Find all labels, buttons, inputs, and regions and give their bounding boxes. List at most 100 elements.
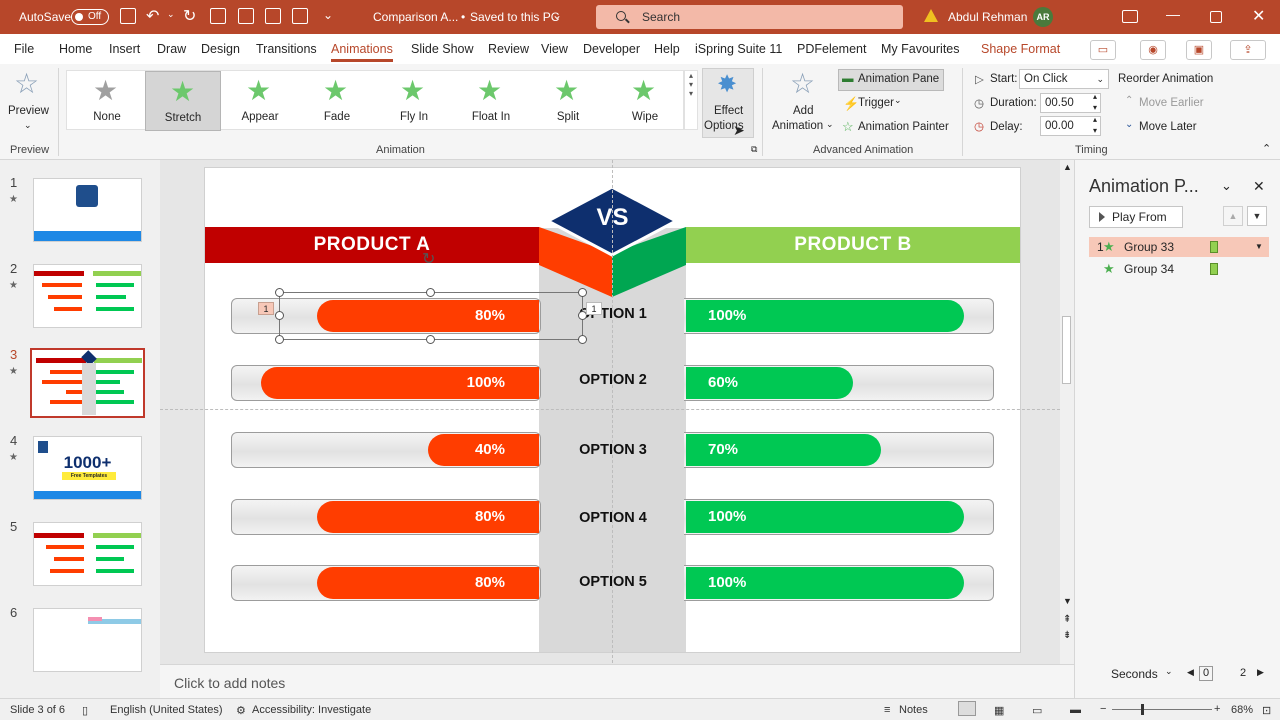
item-dropdown-icon[interactable]: ▼ — [1255, 237, 1263, 257]
preview-button[interactable]: Preview — [8, 105, 49, 117]
share-icon[interactable]: ⇪ — [1230, 40, 1266, 60]
present-icon[interactable] — [210, 8, 226, 24]
timeline-left-icon[interactable]: ◀ — [1187, 667, 1194, 678]
undo-icon[interactable]: ↶ — [146, 6, 159, 26]
slide-thumbnail-6[interactable] — [33, 608, 142, 672]
slideshow-view-icon[interactable]: ▬ — [1070, 704, 1081, 716]
tab-view[interactable]: View — [541, 42, 568, 56]
slide-thumbnail-4[interactable]: 1000+ Free Templates — [33, 436, 142, 500]
bar-a-3[interactable]: 40% — [428, 434, 539, 466]
add-animation-button[interactable]: Add — [793, 105, 813, 117]
play-from-button[interactable]: Play From — [1089, 206, 1183, 228]
bar-b-4[interactable]: 100% — [686, 501, 964, 533]
dialog-launcher-icon[interactable]: ⧉ — [751, 144, 757, 155]
notes-pane[interactable]: Click to add notes — [160, 664, 1074, 698]
close-pane-icon[interactable]: ✕ — [1253, 178, 1265, 195]
add-animation-icon[interactable]: ☆ — [790, 70, 815, 98]
start-select[interactable]: On Click ⌄ — [1019, 69, 1109, 89]
animation-fade[interactable]: ★ Fade — [299, 71, 375, 131]
animation-tag[interactable]: 1 — [586, 302, 602, 315]
bar-a-5[interactable]: 80% — [317, 567, 539, 599]
animation-none[interactable]: ★ None — [69, 71, 145, 131]
effect-options-button[interactable]: ✸ Effect Options — [702, 68, 754, 138]
slide-thumbnail-3[interactable] — [30, 348, 145, 418]
animation-fly-in[interactable]: ★ Fly In — [376, 71, 452, 131]
customize-toolbar-icon[interactable]: ⌄ — [323, 8, 333, 22]
move-down-icon[interactable]: ▼ — [1247, 206, 1267, 226]
scroll-up-icon[interactable]: ▲ — [1063, 162, 1072, 172]
picture-icon[interactable] — [265, 8, 281, 24]
tab-my-favourites[interactable]: My Favourites — [881, 42, 960, 56]
present-teams-icon[interactable]: ▣ — [1186, 40, 1212, 60]
bar-a-2[interactable]: 100% — [261, 367, 539, 399]
chevron-down-icon[interactable]: ⌄ — [826, 119, 834, 130]
move-later-button[interactable]: Move Later — [1139, 121, 1197, 133]
tab-design[interactable]: Design — [201, 42, 240, 56]
tab-animations[interactable]: Animations — [331, 42, 393, 62]
animation-stretch[interactable]: ★ Stretch — [145, 71, 221, 131]
autosave-toggle[interactable]: Off — [71, 9, 109, 25]
chevron-down-icon[interactable]: ⌄ — [552, 8, 562, 22]
avatar[interactable]: AR — [1033, 7, 1053, 27]
tab-review[interactable]: Review — [488, 42, 529, 56]
delay-input[interactable]: 00.00 ▴ ▾ — [1040, 115, 1101, 136]
bar-b-3[interactable]: 70% — [686, 434, 881, 466]
accessibility-status[interactable]: Accessibility: Investigate — [252, 704, 371, 716]
reading-view-icon[interactable]: ▭ — [1032, 704, 1042, 717]
collapse-ribbon-icon[interactable]: ⌃ — [1262, 142, 1271, 155]
tab-file[interactable]: File — [14, 42, 34, 56]
preview-dropdown-icon[interactable]: ⌄ — [24, 120, 32, 131]
tab-draw[interactable]: Draw — [157, 42, 186, 56]
user-name[interactable]: Abdul Rehman — [948, 10, 1027, 24]
document-icon[interactable] — [292, 8, 308, 24]
slide-thumbnail-1[interactable] — [33, 178, 142, 242]
redo-icon[interactable]: ↻ — [183, 6, 196, 26]
gallery-scroll[interactable]: ▴ ▾ ▾ — [684, 70, 698, 130]
duration-input[interactable]: 00.50 ▴ ▾ — [1040, 92, 1101, 113]
bar-b-5[interactable]: 100% — [686, 567, 964, 599]
zoom-slider-thumb[interactable] — [1141, 704, 1144, 715]
tab-insert[interactable]: Insert — [109, 42, 140, 56]
tab-pdfelement[interactable]: PDFelement — [797, 42, 866, 56]
fit-slide-icon[interactable]: ⊡ — [1262, 704, 1271, 717]
document-title[interactable]: Comparison A... — [373, 10, 458, 24]
animation-float-in[interactable]: ★ Float In — [453, 71, 529, 131]
animation-split[interactable]: ★ Split — [530, 71, 606, 131]
bar-b-1[interactable]: 100% — [686, 300, 964, 332]
zoom-slider[interactable] — [1112, 709, 1212, 710]
move-up-icon[interactable]: ▲ — [1223, 206, 1243, 226]
resize-handle[interactable] — [578, 335, 587, 344]
ribbon-display-icon[interactable] — [1122, 10, 1138, 23]
maximize-icon[interactable] — [1210, 11, 1222, 23]
pane-options-icon[interactable]: ⌄ — [1221, 178, 1232, 194]
slide-thumbnail-2[interactable] — [33, 264, 142, 328]
chevron-down-icon[interactable]: ⌄ — [1165, 666, 1173, 677]
tab-slide-show[interactable]: Slide Show — [411, 42, 474, 56]
zoom-level[interactable]: 68% — [1231, 704, 1253, 716]
animation-item[interactable]: 1 ★ Group 33 ▼ — [1089, 237, 1269, 257]
trigger-button[interactable]: Trigger — [858, 97, 894, 109]
tab-ispring[interactable]: iSpring Suite 11 — [695, 42, 782, 56]
timeline-right-icon[interactable]: ▶ — [1257, 667, 1264, 678]
scroll-down-icon[interactable]: ▼ — [1063, 596, 1072, 606]
bar-a-4[interactable]: 80% — [317, 501, 539, 533]
notes-button[interactable]: Notes — [899, 704, 928, 716]
move-earlier-button[interactable]: Move Earlier — [1139, 97, 1204, 109]
slide-sorter-icon[interactable]: ▦ — [994, 704, 1004, 717]
record-icon[interactable]: ◉ — [1140, 40, 1166, 60]
minimize-icon[interactable]: — — [1166, 6, 1180, 22]
resize-handle[interactable] — [275, 311, 284, 320]
zoom-in-icon[interactable]: + — [1214, 703, 1220, 715]
resize-handle[interactable] — [426, 288, 435, 297]
rotate-handle-icon[interactable]: ↻ — [422, 249, 435, 269]
animation-appear[interactable]: ★ Appear — [222, 71, 298, 131]
seconds-dropdown[interactable]: Seconds — [1111, 667, 1158, 681]
animation-painter-button[interactable]: Animation Painter — [858, 121, 949, 133]
tab-developer[interactable]: Developer — [583, 42, 640, 56]
tab-home[interactable]: Home — [59, 42, 92, 56]
timeline-start[interactable]: 0 — [1199, 666, 1213, 681]
animation-wipe[interactable]: ★ Wipe — [607, 71, 683, 131]
warning-icon[interactable] — [924, 9, 938, 22]
search-box[interactable]: Search — [596, 5, 903, 29]
from-beginning-icon[interactable] — [238, 8, 254, 24]
